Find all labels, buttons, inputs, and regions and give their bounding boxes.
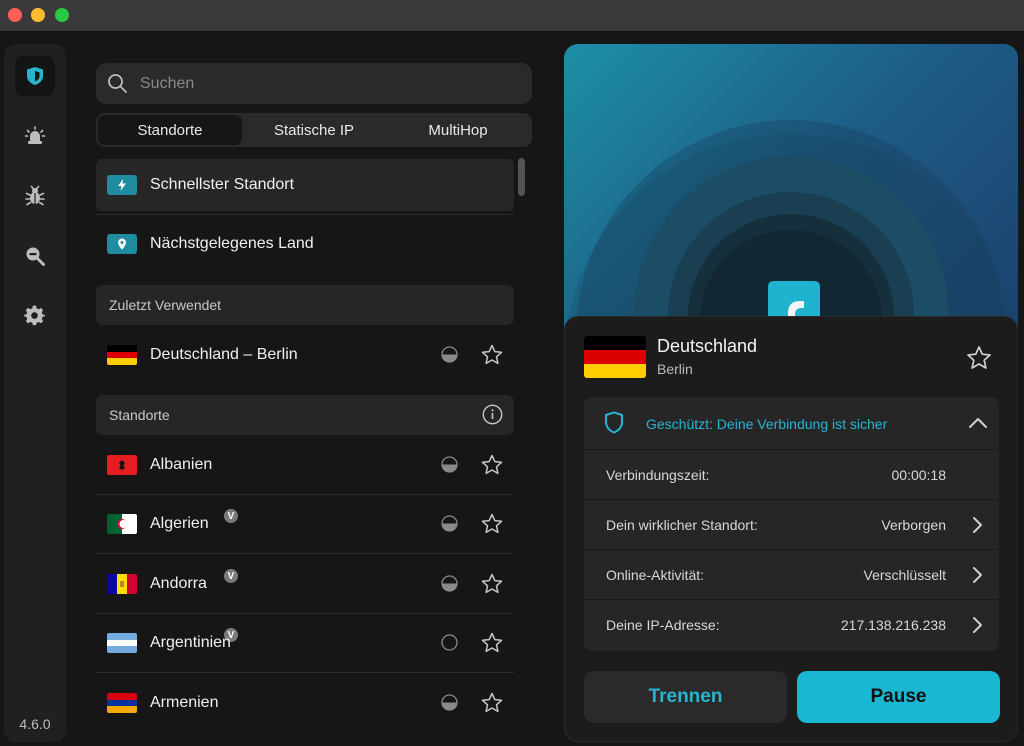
favorite-star-icon[interactable] <box>481 344 503 366</box>
favorite-star-icon[interactable] <box>481 573 503 595</box>
detail-row-connection-time: Verbindungszeit: 00:00:18 <box>584 449 999 499</box>
server-load-icon <box>441 346 458 363</box>
close-window-button[interactable] <box>8 8 22 22</box>
sidebar-item-antivirus[interactable] <box>15 176 55 216</box>
minimize-window-button[interactable] <box>31 8 45 22</box>
search-zoom-icon <box>26 247 45 266</box>
tab-locations[interactable]: Standorte <box>98 115 242 145</box>
detail-value: 00:00:18 <box>891 467 947 483</box>
favorite-star-icon[interactable] <box>481 513 503 535</box>
locations-section-header: Standorte <box>96 395 514 435</box>
nearest-country-item[interactable]: Nächstgelegenes Land <box>96 218 514 270</box>
location-label: Algerien <box>150 515 209 532</box>
connection-hero-graphic <box>564 44 1018 344</box>
connected-city: Berlin <box>657 361 693 377</box>
server-load-icon <box>441 515 458 532</box>
bug-icon <box>25 185 45 206</box>
gear-icon <box>24 305 45 326</box>
fastest-location-label: Schnellster Standort <box>150 176 295 193</box>
location-label: Argentinien <box>150 634 231 651</box>
chevron-right-icon <box>973 617 982 633</box>
favorite-star-icon[interactable] <box>481 454 503 476</box>
sidebar-item-vpn[interactable] <box>15 56 55 96</box>
connection-status-panel: Geschützt: Deine Verbindung ist sicher V… <box>584 397 999 651</box>
detail-label: Online-Aktivität: <box>606 567 705 583</box>
search-input[interactable] <box>140 63 520 104</box>
search-icon <box>108 74 127 93</box>
recent-section-header: Zuletzt Verwendet <box>96 285 514 325</box>
list-item[interactable]: V Algerien <box>96 498 514 554</box>
detail-label: Dein wirklicher Standort: <box>606 517 758 533</box>
status-header[interactable]: Geschützt: Deine Verbindung ist sicher <box>584 397 999 449</box>
connection-status-text: Geschützt: Deine Verbindung ist sicher <box>646 416 888 432</box>
detail-value: Verschlüsselt <box>863 567 946 583</box>
detail-row-ip-address[interactable]: Deine IP-Adresse: 217.138.216.238 <box>584 599 999 649</box>
search-box <box>96 63 532 104</box>
locations-section-title: Standorte <box>109 407 170 423</box>
connected-country: Deutschland <box>657 336 758 356</box>
sidebar-item-settings[interactable] <box>15 296 55 336</box>
germany-flag-icon <box>107 345 137 365</box>
server-load-icon <box>441 575 458 592</box>
albania-flag-icon <box>107 455 137 475</box>
info-icon[interactable] <box>482 404 503 425</box>
shield-icon <box>605 411 623 434</box>
sidebar: 4.6.0 <box>4 44 66 742</box>
detail-label: Deine IP-Adresse: <box>606 617 720 633</box>
location-label: Albanien <box>150 456 213 473</box>
list-item[interactable]: Albanien <box>96 439 514 495</box>
chevron-right-icon <box>973 517 982 533</box>
virtual-location-badge: V <box>223 508 239 524</box>
argentina-flag-icon <box>107 633 137 653</box>
nearest-country-label: Nächstgelegenes Land <box>150 235 314 252</box>
sidebar-item-alert[interactable] <box>15 116 55 156</box>
location-label: Andorra <box>150 575 207 592</box>
list-item[interactable]: Armenien <box>96 677 514 729</box>
favorite-star-icon[interactable] <box>966 345 992 371</box>
detail-value: Verborgen <box>881 517 946 533</box>
pin-badge <box>107 234 137 254</box>
chevron-right-icon <box>973 567 982 583</box>
list-scrollbar[interactable] <box>518 158 525 196</box>
app-version: 4.6.0 <box>19 716 51 732</box>
server-load-icon <box>441 634 458 651</box>
detail-label: Verbindungszeit: <box>606 467 710 483</box>
fastest-location-item[interactable]: Schnellster Standort <box>96 159 514 215</box>
tab-static-ip[interactable]: Statische IP <box>242 115 386 145</box>
germany-flag-icon <box>584 336 646 378</box>
shield-icon <box>27 67 43 85</box>
alert-light-icon <box>24 126 46 144</box>
recent-section-title: Zuletzt Verwendet <box>109 297 222 313</box>
server-load-icon <box>441 456 458 473</box>
sidebar-item-search-alert[interactable] <box>15 236 55 276</box>
list-item[interactable]: V Argentinien <box>96 617 514 673</box>
list-item[interactable]: V Andorra <box>96 558 514 614</box>
lightning-icon <box>118 179 126 191</box>
armenia-flag-icon <box>107 693 137 713</box>
detail-value: 217.138.216.238 <box>840 617 946 633</box>
virtual-location-badge: V <box>223 568 239 584</box>
chevron-up-icon[interactable] <box>968 416 988 430</box>
pause-button[interactable]: Pause <box>797 671 1000 723</box>
tab-multihop[interactable]: MultiHop <box>386 115 530 145</box>
andorra-flag-icon <box>107 574 137 594</box>
algeria-flag-icon <box>107 514 137 534</box>
favorite-star-icon[interactable] <box>481 632 503 654</box>
location-pin-icon <box>118 238 126 250</box>
location-label: Armenien <box>150 694 219 711</box>
zoom-window-button[interactable] <box>55 8 69 22</box>
lightning-badge <box>107 175 137 195</box>
location-tabs: Standorte Statische IP MultiHop <box>96 113 532 147</box>
favorite-star-icon[interactable] <box>481 692 503 714</box>
disconnect-button[interactable]: Trennen <box>584 671 787 723</box>
detail-row-online-activity[interactable]: Online-Aktivität: Verschlüsselt <box>584 549 999 599</box>
title-bar <box>0 0 1024 32</box>
detail-row-real-location[interactable]: Dein wirklicher Standort: Verborgen <box>584 499 999 549</box>
list-item[interactable]: Deutschland – Berlin <box>96 329 514 381</box>
connection-card: Deutschland Berlin Geschützt: Deine Verb… <box>564 316 1018 742</box>
server-load-icon <box>441 694 458 711</box>
recent-location-label: Deutschland – Berlin <box>150 346 298 363</box>
